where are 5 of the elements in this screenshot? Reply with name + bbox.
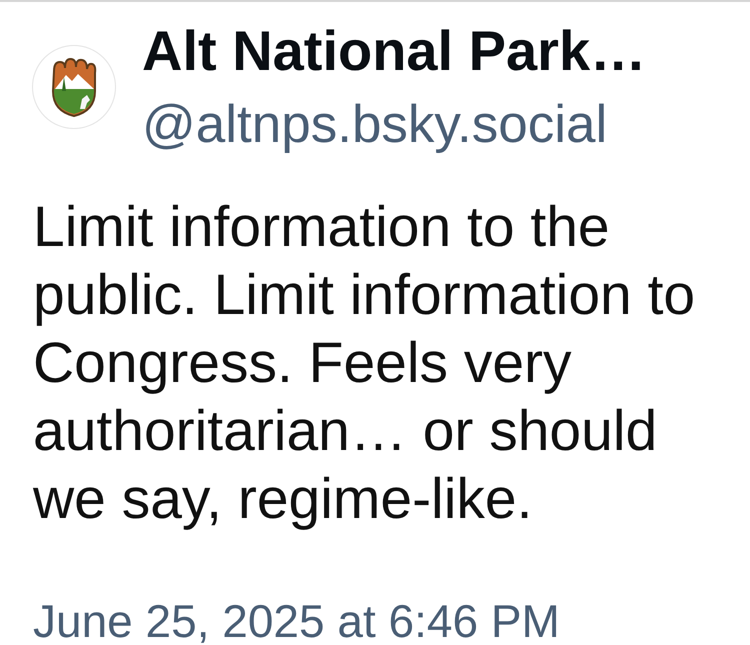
display-name: Alt National Park… — [142, 19, 646, 83]
post-timestamp: June 25, 2025 at 6:46 PM — [33, 595, 561, 645]
user-handle: @altnps.bsky.social — [142, 95, 608, 155]
post-text: Limit information to the public. Limit information to Congress. Feels very authoritarian… or should we say, regime-like. — [33, 194, 696, 533]
avatar-badge-icon — [32, 45, 116, 129]
